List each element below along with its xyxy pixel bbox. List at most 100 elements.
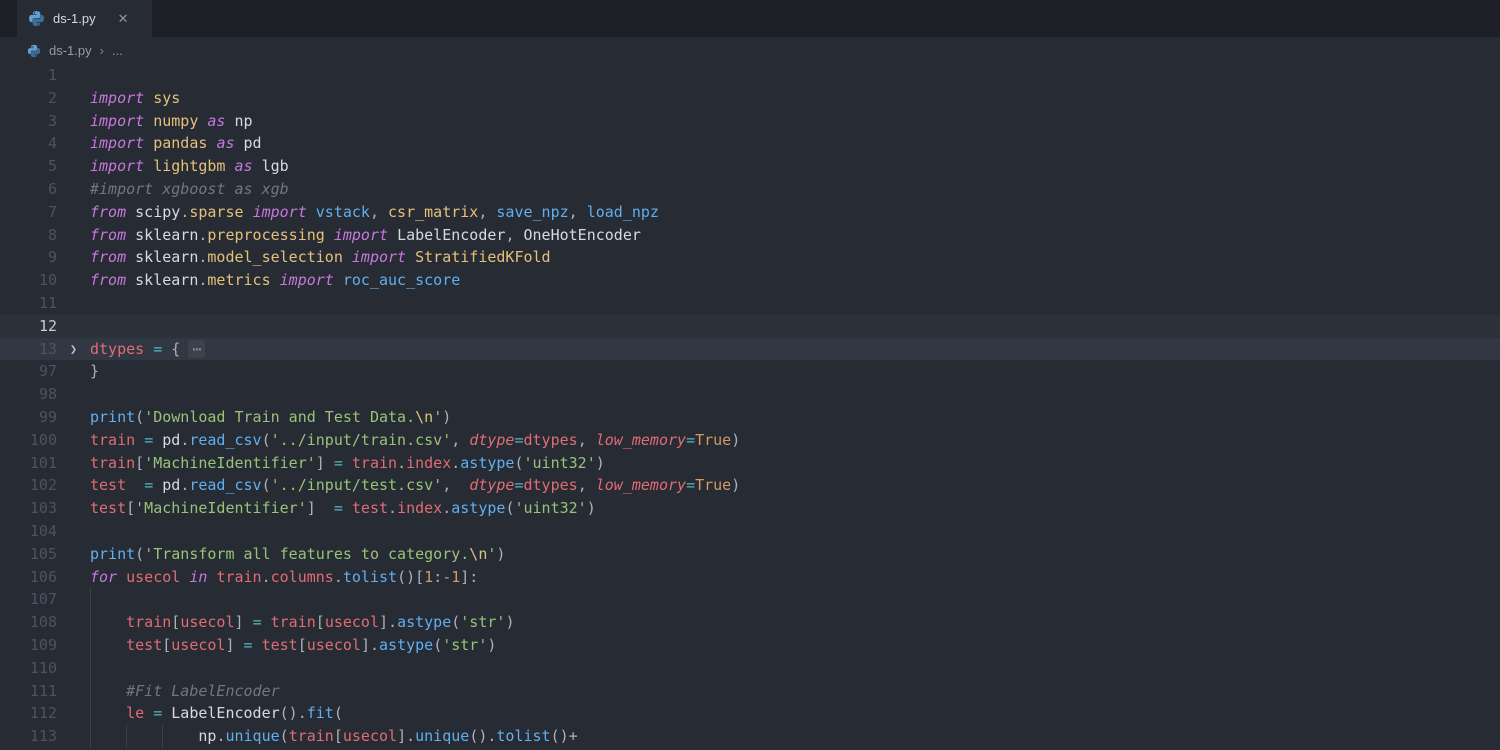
code-token: , <box>578 431 596 449</box>
code-line[interactable]: 98 <box>0 383 1500 406</box>
line-number[interactable]: 110 <box>0 657 57 680</box>
line-number[interactable]: 111 <box>0 680 57 703</box>
line-number[interactable]: 107 <box>0 588 57 611</box>
line-number[interactable]: 99 <box>0 406 57 429</box>
code-token: ) <box>442 408 451 426</box>
line-number[interactable]: 11 <box>0 292 57 315</box>
code-line[interactable]: 99print('Download Train and Test Data.\n… <box>0 406 1500 429</box>
code-token: sklearn <box>135 248 198 266</box>
code-token <box>343 248 352 266</box>
code-line[interactable]: 97} <box>0 360 1500 383</box>
code-token: ] <box>307 499 334 517</box>
code-line[interactable]: 12 <box>0 315 1500 338</box>
code-token <box>253 157 262 175</box>
code-token: fit <box>307 704 334 722</box>
fold-chevron-icon[interactable]: ❯ <box>70 342 77 356</box>
code-token: ] <box>225 636 243 654</box>
code-token <box>144 89 153 107</box>
code-line[interactable]: 111 #Fit LabelEncoder <box>0 680 1500 703</box>
code-line[interactable]: 110 <box>0 657 1500 680</box>
code-line[interactable]: 106for usecol in train.columns.tolist()[… <box>0 566 1500 589</box>
code-token <box>144 340 153 358</box>
line-number[interactable]: 103 <box>0 497 57 520</box>
code-line[interactable]: 6#import xgboost as xgb <box>0 178 1500 201</box>
code-line[interactable]: 4import pandas as pd <box>0 132 1500 155</box>
code-token: from <box>90 271 126 289</box>
code-line[interactable]: 7from scipy.sparse import vstack, csr_ma… <box>0 201 1500 224</box>
line-number[interactable]: 10 <box>0 269 57 292</box>
code-line[interactable]: 3import numpy as np <box>0 110 1500 133</box>
line-number[interactable]: 109 <box>0 634 57 657</box>
code-line[interactable]: 100train = pd.read_csv('../input/train.c… <box>0 429 1500 452</box>
code-line[interactable]: 108 train[usecol] = train[usecol].astype… <box>0 611 1500 634</box>
code-line[interactable]: 11 <box>0 292 1500 315</box>
code-token: { <box>171 340 180 358</box>
line-number[interactable]: 101 <box>0 452 57 475</box>
code-line[interactable]: 5import lightgbm as lgb <box>0 155 1500 178</box>
tab-ds-1-py[interactable]: ds-1.py ✕ <box>17 0 152 37</box>
code-token <box>262 613 271 631</box>
code-token: #Fit LabelEncoder <box>126 682 280 700</box>
code-token <box>153 431 162 449</box>
line-number[interactable]: 106 <box>0 566 57 589</box>
line-number[interactable]: 100 <box>0 429 57 452</box>
code-line[interactable]: 109 test[usecol] = test[usecol].astype('… <box>0 634 1500 657</box>
line-number[interactable]: 6 <box>0 178 57 201</box>
code-token: usecol <box>307 636 361 654</box>
code-line[interactable]: 13❯dtypes = {⋯ <box>0 338 1500 361</box>
line-number[interactable]: 12 <box>0 315 57 338</box>
code-line[interactable]: 8from sklearn.preprocessing import Label… <box>0 224 1500 247</box>
breadcrumb-symbol-ellipsis[interactable]: ... <box>112 43 123 58</box>
line-number[interactable]: 113 <box>0 725 57 748</box>
line-number[interactable]: 1 <box>0 64 57 87</box>
code-token: csr_matrix <box>388 203 478 221</box>
code-token <box>244 203 253 221</box>
code-line[interactable]: 10from sklearn.metrics import roc_auc_sc… <box>0 269 1500 292</box>
folded-code-ellipsis[interactable]: ⋯ <box>188 340 205 358</box>
line-number[interactable]: 3 <box>0 110 57 133</box>
line-number[interactable]: 105 <box>0 543 57 566</box>
breadcrumb-python-icon <box>27 44 41 58</box>
line-number[interactable]: 2 <box>0 87 57 110</box>
code-token: StratifiedKFold <box>415 248 550 266</box>
code-token <box>90 704 126 722</box>
line-number[interactable]: 102 <box>0 474 57 497</box>
code-line[interactable]: 102test = pd.read_csv('../input/test.csv… <box>0 474 1500 497</box>
code-token <box>144 134 153 152</box>
line-number[interactable]: 13 <box>0 338 57 361</box>
code-token: [ <box>171 613 180 631</box>
line-number[interactable]: 112 <box>0 702 57 725</box>
code-token <box>225 112 234 130</box>
line-number[interactable]: 104 <box>0 520 57 543</box>
code-token <box>126 248 135 266</box>
code-token <box>162 704 171 722</box>
line-number[interactable]: 98 <box>0 383 57 406</box>
code-line[interactable]: 107 <box>0 588 1500 611</box>
gutter-fold-column <box>57 110 90 133</box>
close-icon[interactable]: ✕ <box>118 12 129 25</box>
line-number[interactable]: 5 <box>0 155 57 178</box>
code-token: import <box>90 89 144 107</box>
code-line[interactable]: 9from sklearn.model_selection import Str… <box>0 246 1500 269</box>
indent-guide <box>90 588 91 611</box>
code-line[interactable]: 105print('Transform all features to cate… <box>0 543 1500 566</box>
code-token: . <box>180 203 189 221</box>
code-line[interactable]: 101train['MachineIdentifier'] = train.in… <box>0 452 1500 475</box>
code-line[interactable]: 2 import sys <box>0 87 1500 110</box>
code-token: [ <box>135 454 144 472</box>
breadcrumb-file[interactable]: ds-1.py <box>49 43 92 58</box>
line-number[interactable]: 4 <box>0 132 57 155</box>
code-line[interactable]: 1 <box>0 64 1500 87</box>
code-token: ( <box>451 613 460 631</box>
line-number[interactable]: 108 <box>0 611 57 634</box>
code-line[interactable]: 112 le = LabelEncoder().fit( <box>0 702 1500 725</box>
code-token: sys <box>153 89 180 107</box>
code-line[interactable]: 103test['MachineIdentifier'] = test.inde… <box>0 497 1500 520</box>
line-number[interactable]: 7 <box>0 201 57 224</box>
code-line[interactable]: 104 <box>0 520 1500 543</box>
line-number[interactable]: 8 <box>0 224 57 247</box>
line-number[interactable]: 9 <box>0 246 57 269</box>
code-line[interactable]: 113 np.unique(train[usecol].unique().tol… <box>0 725 1500 748</box>
indent-guide <box>90 634 91 657</box>
line-number[interactable]: 97 <box>0 360 57 383</box>
